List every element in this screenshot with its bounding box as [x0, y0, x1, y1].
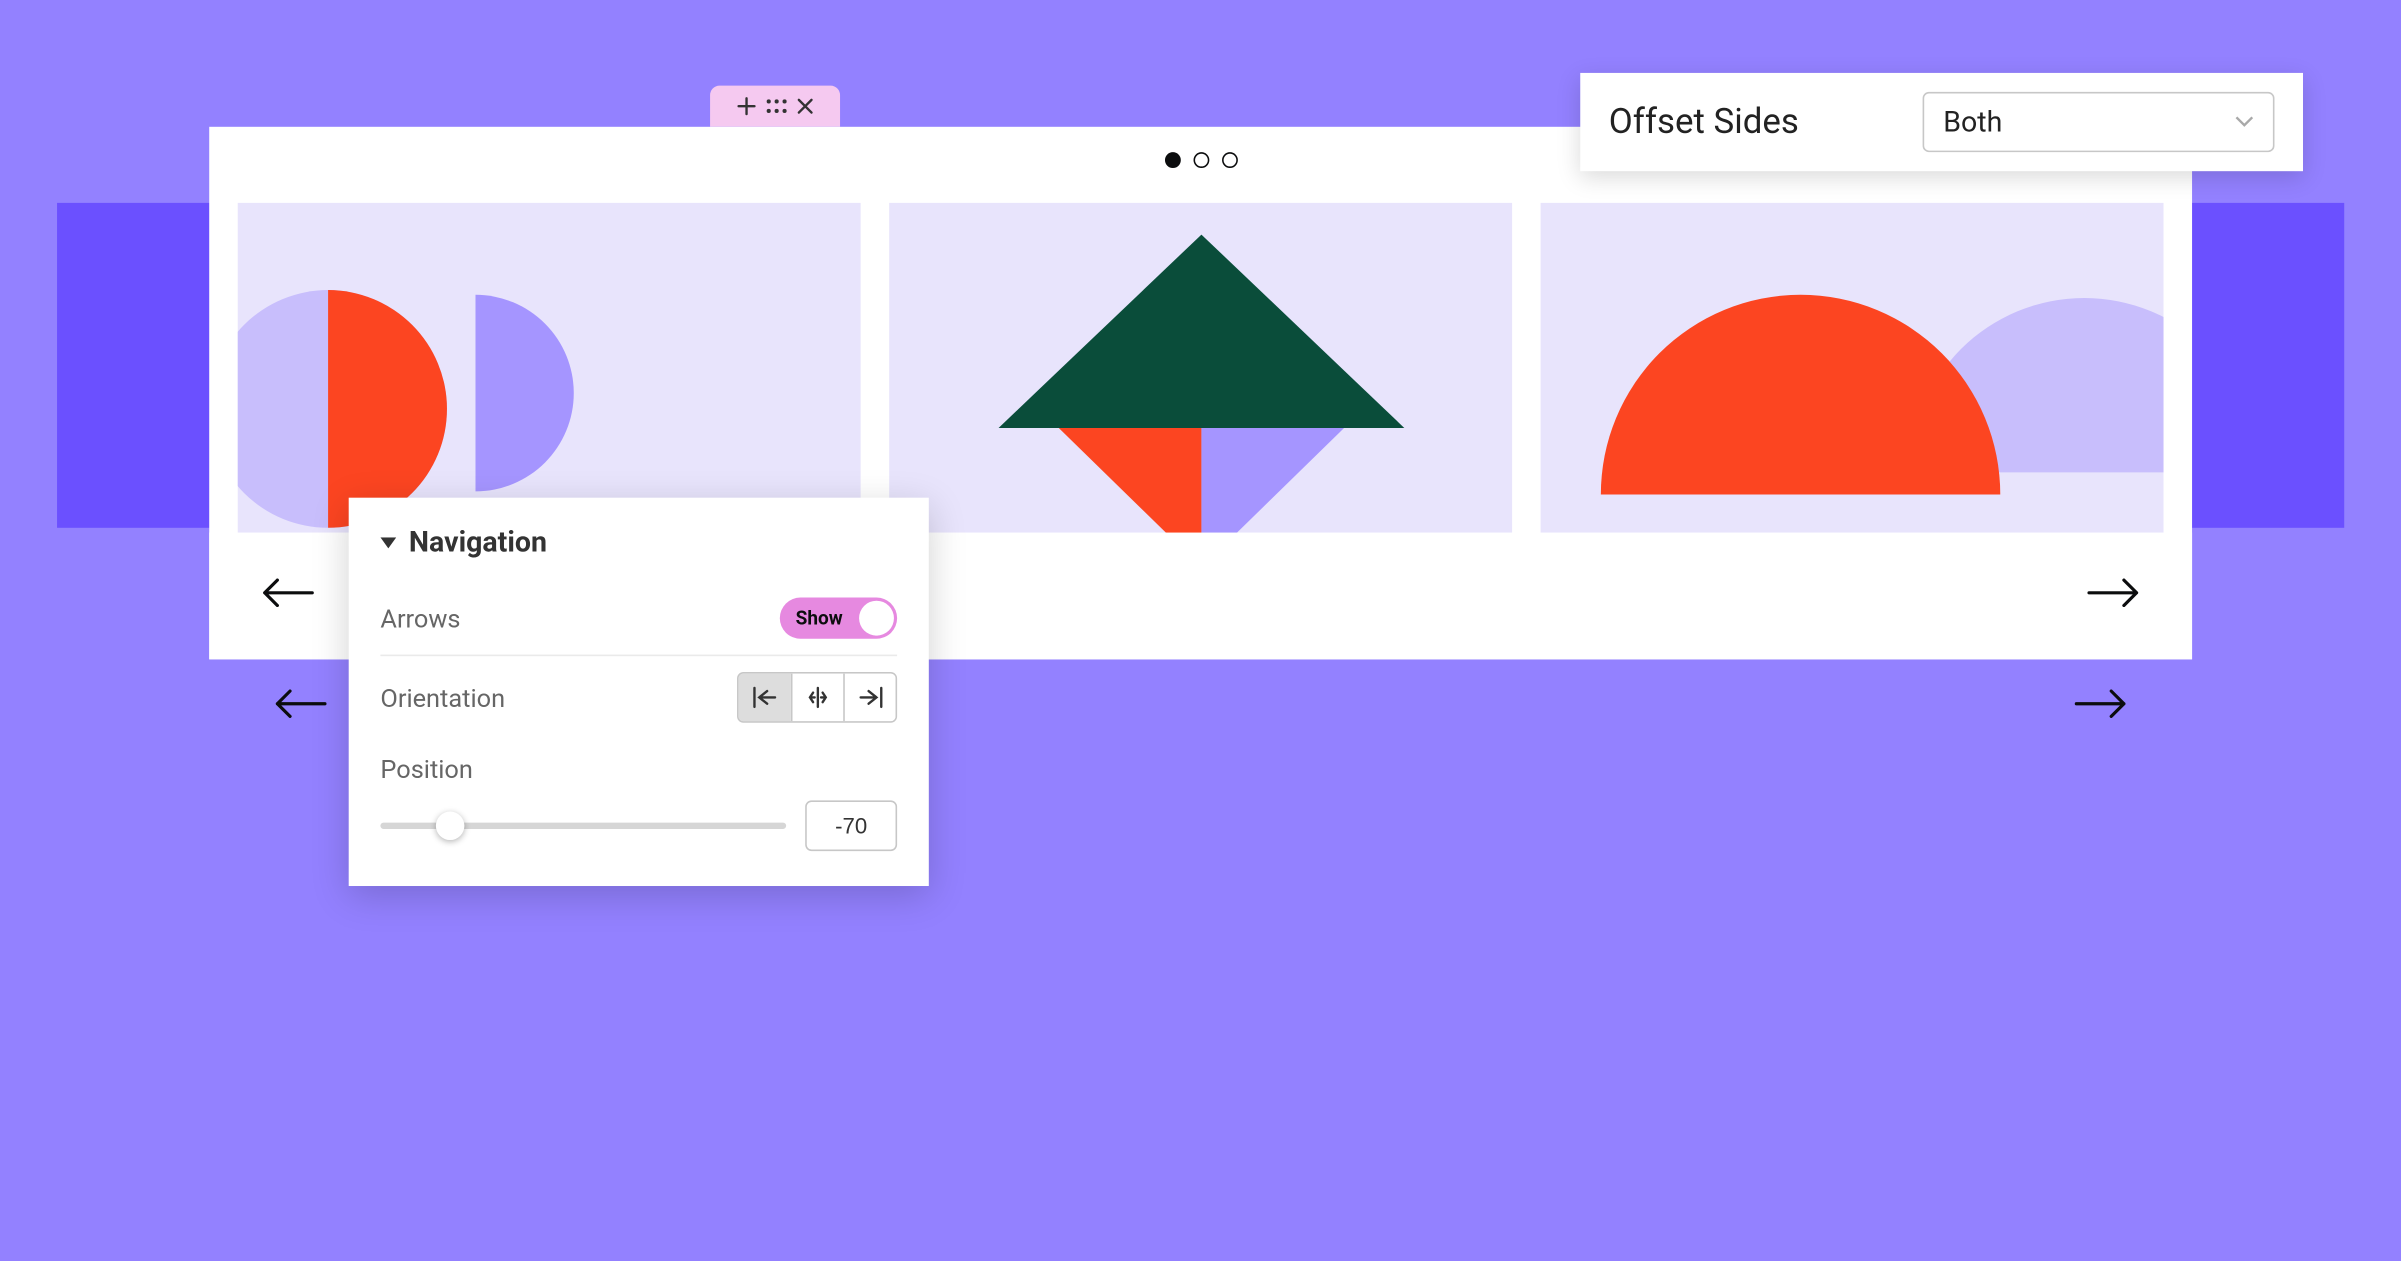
- caret-down-icon: [380, 537, 396, 550]
- navigation-panel-title[interactable]: Navigation: [380, 526, 897, 559]
- pagination-dot-3[interactable]: [1221, 152, 1237, 168]
- pagination-dots: [1164, 152, 1237, 168]
- editor-tab[interactable]: [710, 86, 840, 127]
- orientation-left-button[interactable]: [739, 674, 791, 722]
- position-slider-row: [380, 800, 897, 851]
- carousel-prev-button[interactable]: [273, 675, 330, 732]
- arrows-toggle[interactable]: Show: [780, 598, 897, 639]
- align-center-icon: [805, 686, 830, 708]
- drag-handle-icon: [766, 98, 788, 114]
- slider-thumb[interactable]: [435, 812, 464, 841]
- close-icon: [797, 98, 813, 114]
- orientation-label: Orientation: [380, 682, 505, 712]
- pagination-dot-1[interactable]: [1164, 152, 1180, 168]
- carousel-next-button[interactable]: [2084, 564, 2141, 621]
- plus-icon: [737, 97, 756, 116]
- offset-sides-label: Offset Sides: [1609, 102, 1859, 142]
- position-label: Position: [380, 754, 472, 784]
- arrow-left-icon: [274, 689, 328, 718]
- shape-halfcircle-purple: [476, 295, 574, 492]
- position-slider[interactable]: [380, 823, 786, 829]
- position-row: Position: [380, 739, 897, 788]
- carousel-prev-button[interactable]: [260, 564, 317, 621]
- align-right-icon: [857, 686, 882, 708]
- carousel-next-button[interactable]: [2072, 675, 2129, 732]
- arrow-left-icon: [262, 579, 316, 608]
- chevron-down-icon: [2235, 116, 2254, 129]
- orientation-row: Orientation: [380, 656, 897, 738]
- navigation-panel: Navigation Arrows Show Orientation Posit…: [349, 498, 929, 886]
- shape-halfcircle-orange: [328, 290, 447, 528]
- offset-sides-select[interactable]: Both: [1923, 92, 2275, 152]
- navigation-title-text: Navigation: [409, 526, 547, 559]
- arrow-right-icon: [2086, 579, 2140, 608]
- offset-sides-value: Both: [1943, 105, 2002, 138]
- toggle-knob: [859, 601, 894, 636]
- arrow-right-icon: [2073, 689, 2127, 718]
- align-left-icon: [752, 686, 777, 708]
- orientation-right-button[interactable]: [843, 674, 895, 722]
- position-input[interactable]: [805, 800, 897, 851]
- pagination-dot-2[interactable]: [1193, 152, 1209, 168]
- shape-semicircle-orange: [1601, 295, 2000, 495]
- toggle-text: Show: [796, 607, 843, 629]
- shape-triangle-green: [998, 235, 1404, 428]
- orientation-center-button[interactable]: [791, 674, 843, 722]
- orientation-button-group: [737, 672, 897, 723]
- arrows-row: Arrows Show: [380, 582, 897, 656]
- offset-sides-panel: Offset Sides Both: [1580, 73, 2303, 171]
- arrows-label: Arrows: [380, 603, 460, 633]
